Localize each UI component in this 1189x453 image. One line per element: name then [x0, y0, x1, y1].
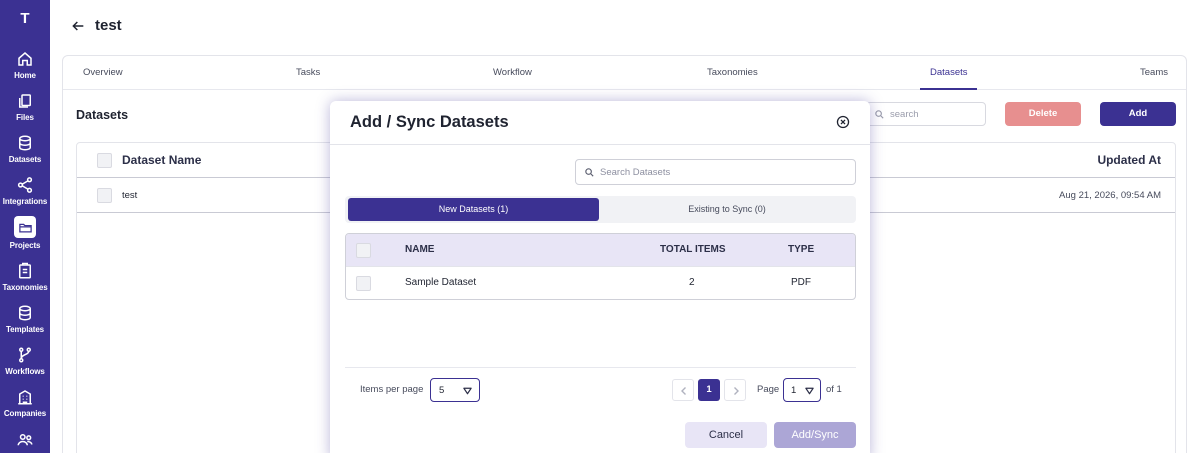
sidebar-item-projects[interactable]: Projects	[0, 216, 50, 256]
close-icon[interactable]	[836, 115, 850, 129]
share-icon	[17, 177, 33, 193]
home-icon	[18, 52, 32, 66]
section-title: Datasets	[76, 108, 129, 122]
sidebar-item-label: Files	[16, 113, 34, 122]
row-divider	[346, 266, 855, 267]
sidebar-item-home[interactable]: Home	[0, 50, 50, 90]
sidebar-item-companies[interactable]: Companies	[0, 388, 50, 428]
clipboard-icon	[19, 262, 31, 279]
add-sync-button[interactable]: Add/Sync	[774, 422, 856, 448]
column-header-updated[interactable]: Updated At	[1097, 153, 1161, 167]
page-title: test	[95, 17, 122, 34]
tab-taxonomies[interactable]: Taxonomies	[707, 67, 758, 78]
sidebar-item-templates[interactable]: Templates	[0, 304, 50, 344]
tab-existing-to-sync[interactable]: Existing to Sync (0)	[601, 198, 853, 221]
row-checkbox[interactable]	[97, 188, 112, 203]
search-datasets-field[interactable]	[575, 159, 856, 185]
tab-workflow[interactable]: Workflow	[493, 67, 532, 78]
current-page-button[interactable]: 1	[698, 379, 720, 401]
sidebar-item-label: Integrations	[2, 197, 48, 206]
sidebar: T Home Files Datasets Integrations Proje…	[0, 0, 50, 453]
search-icon	[875, 110, 884, 119]
add-sync-datasets-modal: Add / Sync Datasets New Datasets (1) Exi…	[330, 101, 870, 453]
files-icon	[19, 94, 31, 108]
tab-tasks[interactable]: Tasks	[296, 67, 320, 78]
column-header-total-items: TOTAL ITEMS	[660, 244, 726, 255]
chevron-left-icon	[681, 387, 686, 395]
sidebar-item-label: Home	[14, 71, 36, 80]
row-checkbox[interactable]	[356, 276, 371, 291]
search-datasets-input[interactable]	[600, 164, 850, 180]
column-header-type: TYPE	[788, 244, 815, 255]
building-icon	[18, 390, 32, 405]
sidebar-item-files[interactable]: Files	[0, 92, 50, 132]
sidebar-item-label: Templates	[5, 325, 45, 334]
sidebar-item-taxonomies[interactable]: Taxonomies	[0, 262, 50, 302]
sidebar-item-teams[interactable]	[0, 431, 50, 453]
chevron-down-icon	[805, 387, 814, 395]
page-total-label: of 1	[826, 384, 842, 395]
items-per-page-select[interactable]: 5	[430, 378, 480, 402]
sidebar-item-label: Taxonomies	[2, 283, 48, 292]
chevron-right-icon	[734, 387, 739, 395]
table-row-type: PDF	[791, 277, 811, 288]
table-row-name: Sample Dataset	[405, 277, 477, 288]
cancel-button[interactable]: Cancel	[685, 422, 767, 448]
select-all-checkbox[interactable]	[356, 243, 371, 258]
items-per-page-label: Items per page	[360, 384, 424, 395]
dataset-type-toggle: New Datasets (1) Existing to Sync (0)	[345, 196, 856, 223]
chevron-down-icon	[463, 387, 472, 395]
sidebar-item-label: Projects	[9, 241, 41, 250]
back-arrow-icon[interactable]	[70, 18, 86, 34]
tabs-divider	[63, 89, 1186, 90]
sidebar-item-integrations[interactable]: Integrations	[0, 176, 50, 216]
column-header-name[interactable]: Dataset Name	[122, 153, 201, 167]
modal-header-divider	[330, 144, 870, 145]
page-label: Page	[757, 384, 780, 395]
next-page-button[interactable]	[724, 379, 746, 401]
items-per-page-value: 5	[439, 385, 445, 396]
sidebar-item-label: Workflows	[5, 367, 45, 376]
search-placeholder: search	[890, 109, 919, 120]
delete-button[interactable]: Delete	[1005, 102, 1081, 126]
table-row-name[interactable]: test	[122, 190, 137, 201]
column-header-name: NAME	[405, 244, 435, 255]
table-row-updated: Aug 21, 2026, 09:54 AM	[1059, 190, 1161, 201]
modal-title: Add / Sync Datasets	[350, 113, 509, 131]
previous-page-button[interactable]	[672, 379, 694, 401]
database-icon	[19, 305, 31, 321]
page-select-value: 1	[791, 385, 797, 396]
branch-icon	[19, 347, 31, 363]
sidebar-item-workflows[interactable]: Workflows	[0, 346, 50, 386]
dataset-search-input[interactable]: search	[866, 102, 986, 126]
tab-new-datasets[interactable]: New Datasets (1)	[348, 198, 599, 221]
tab-datasets[interactable]: Datasets	[930, 67, 968, 78]
sidebar-item-label: Companies	[3, 409, 47, 418]
new-datasets-table: NAME TOTAL ITEMS TYPE Sample Dataset 2 P…	[345, 233, 856, 300]
pagination-divider	[345, 367, 856, 368]
select-all-checkbox[interactable]	[97, 153, 112, 168]
database-icon	[19, 135, 31, 151]
app-logo[interactable]: T	[0, 10, 50, 27]
search-icon	[585, 168, 594, 177]
add-button[interactable]: Add	[1100, 102, 1176, 126]
sidebar-item-datasets[interactable]: Datasets	[0, 134, 50, 174]
sidebar-item-label: Datasets	[8, 155, 42, 164]
active-tab-indicator	[920, 88, 977, 90]
tab-teams[interactable]: Teams	[1140, 67, 1168, 78]
users-icon	[17, 434, 33, 446]
table-row-total-items: 2	[689, 277, 695, 288]
page-select[interactable]: 1	[783, 378, 821, 402]
folder-icon	[14, 216, 36, 238]
tab-overview[interactable]: Overview	[83, 67, 123, 78]
